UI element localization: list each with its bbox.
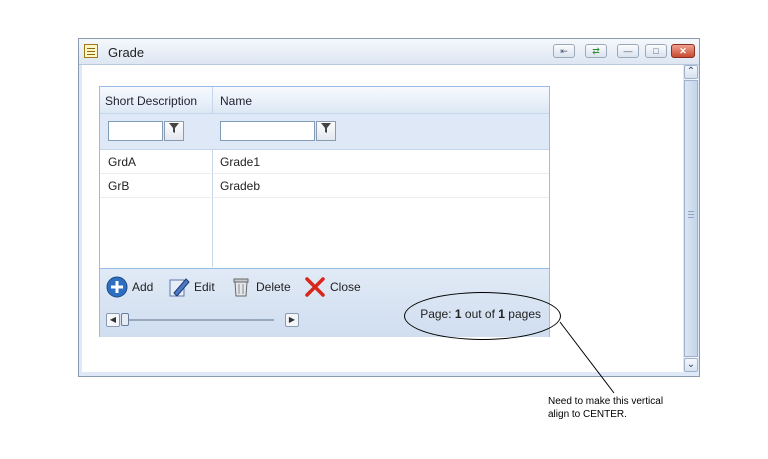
annotation-line-1: Need to make this vertical	[548, 396, 664, 407]
annotation-line-2: align to CENTER.	[548, 409, 627, 420]
annotation-line	[559, 321, 615, 394]
annotation-note: Need to make this vertical align to CENT…	[548, 395, 688, 421]
